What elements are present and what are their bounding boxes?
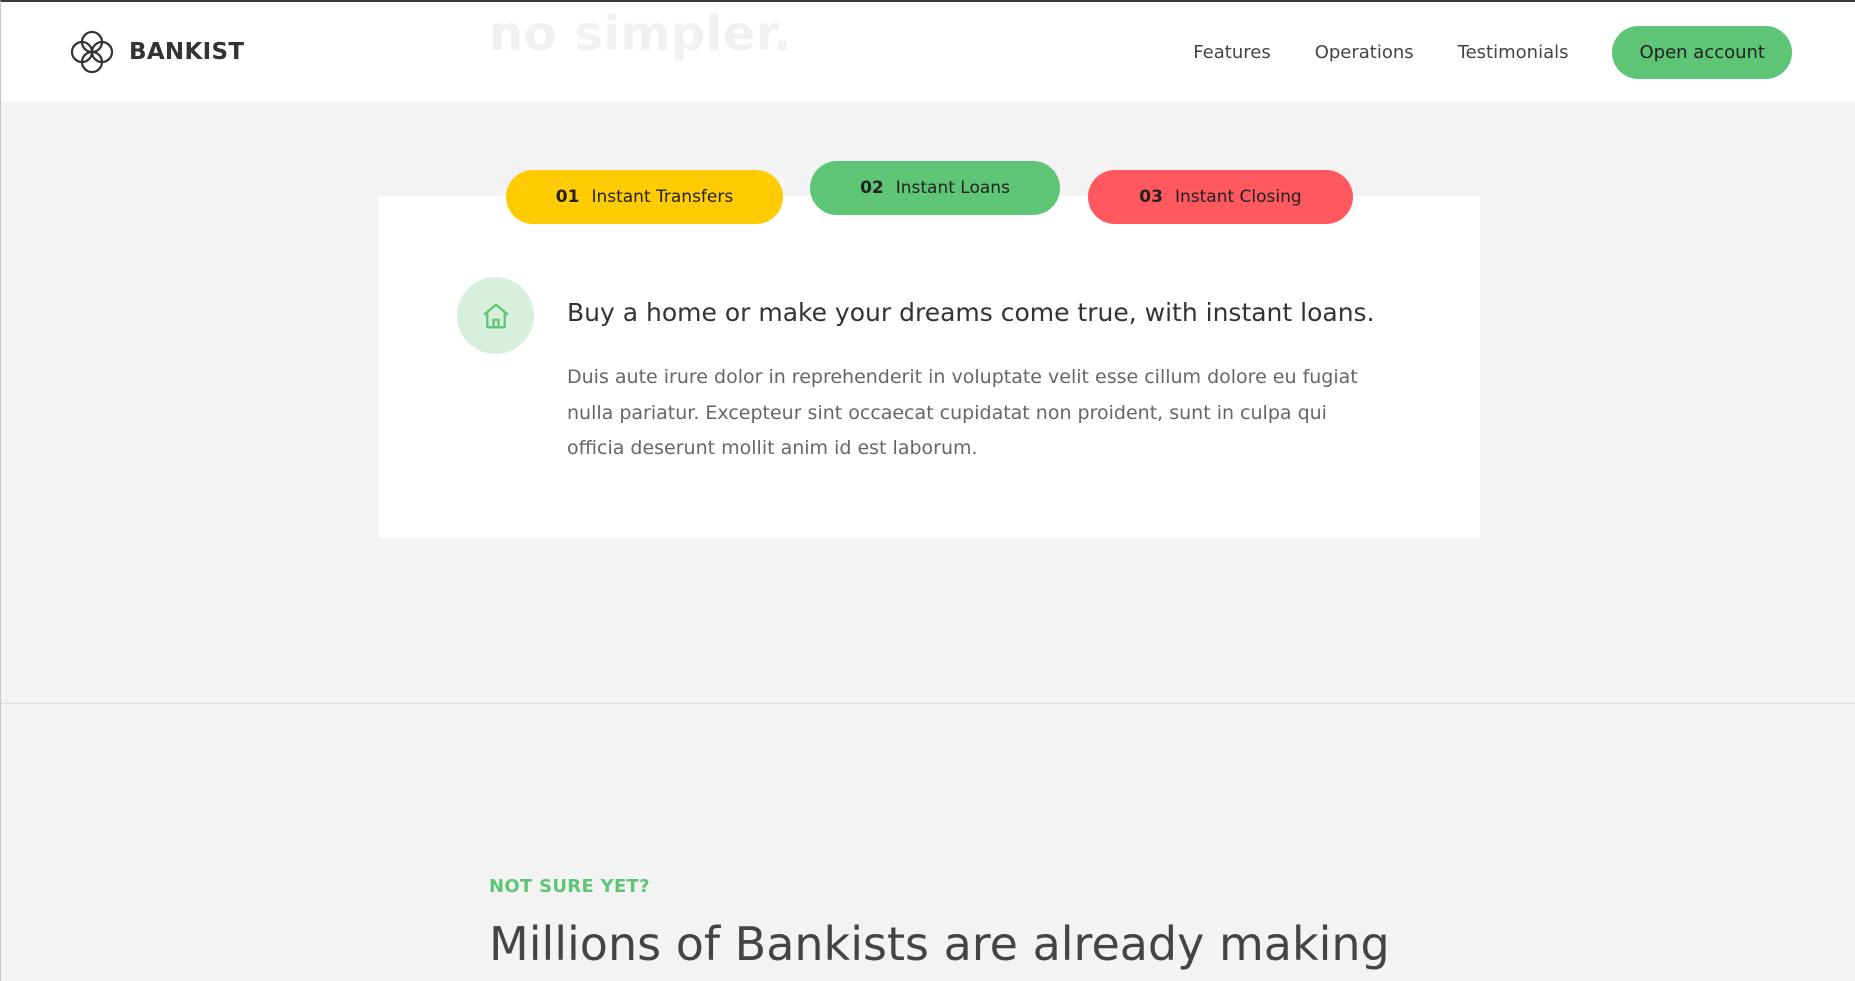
tab-instant-loans[interactable]: 02 Instant Loans [810,161,1060,215]
nav-link-testimonials[interactable]: Testimonials [1458,42,1569,63]
tab-label: Instant Loans [895,178,1010,198]
nav-link-operations[interactable]: Operations [1315,42,1414,63]
tab-instant-transfers[interactable]: 01 Instant Transfers [506,170,783,224]
tab-number: 01 [555,187,580,207]
ghost-heading: no simpler. [489,6,792,62]
home-icon [483,303,508,328]
open-account-button[interactable]: Open account [1612,26,1792,79]
logo[interactable]: BANKIST [67,27,244,77]
tab-label: Instant Transfers [591,187,734,207]
tab-instant-closing[interactable]: 03 Instant Closing [1088,170,1353,224]
logo-icon [70,30,114,74]
tab-label: Instant Closing [1174,187,1302,207]
logo-text: BANKIST [129,39,245,65]
section-divider [1,703,1855,704]
navigation-bar: no simpler. BANKIST Features Operations … [1,2,1855,102]
section-label: NOT SURE YET? [489,876,650,897]
nav-link-features[interactable]: Features [1193,42,1270,63]
tab-number: 03 [1139,187,1163,207]
operation-description: Duis aute irure dolor in reprehenderit i… [567,366,1358,459]
operation-title: Buy a home or make your dreams come true… [567,298,1375,327]
tab-number: 02 [860,178,884,198]
nav-links: Features Operations Testimonials Open ac… [1193,26,1792,79]
operation-icon-badge [457,277,534,354]
section-heading: Millions of Bankists are already making [489,917,1390,971]
